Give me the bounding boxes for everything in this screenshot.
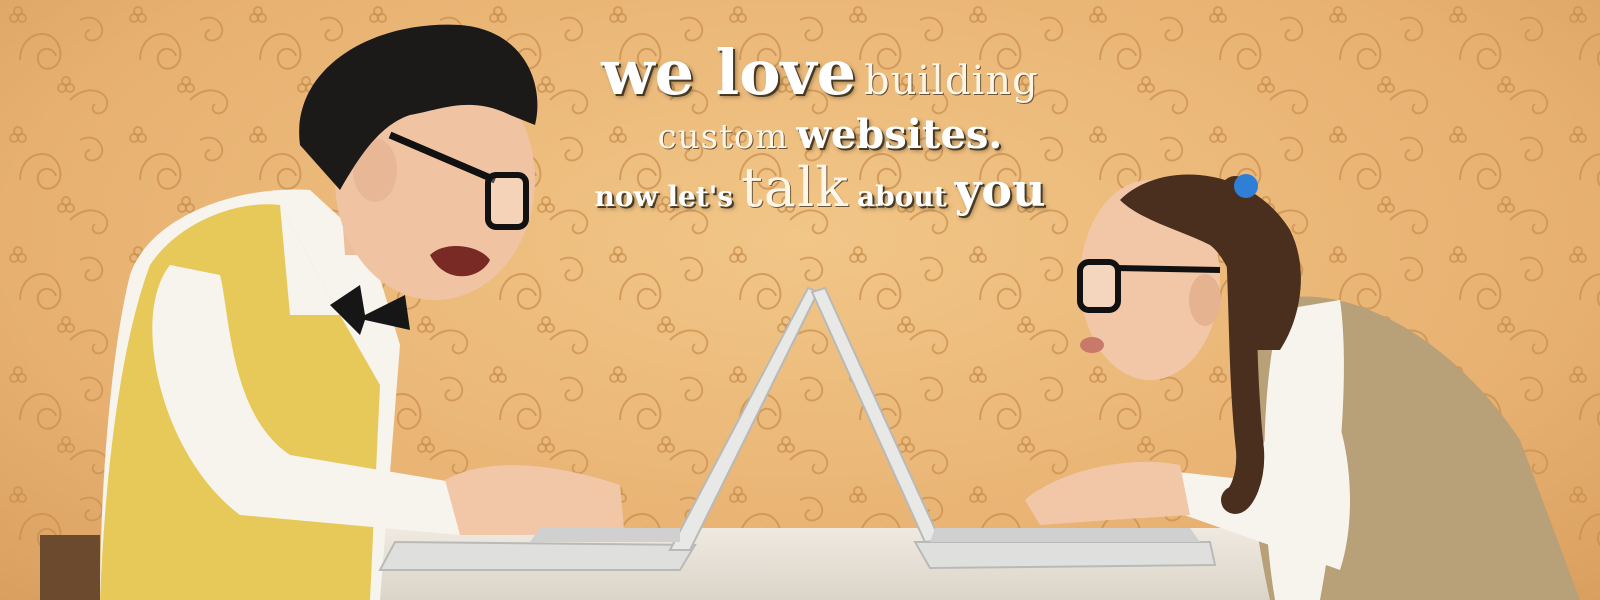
headline-line-3: now let's talk about you [560, 159, 1080, 217]
woman-illustration [1025, 174, 1580, 600]
headline-line-1: we love building [560, 40, 1080, 106]
hero-headline: we love building custom websites. now let'… [560, 40, 1080, 217]
headline-about: about [856, 179, 947, 213]
headline-we-love: we love [601, 36, 857, 109]
headline-you: you [954, 162, 1046, 217]
headline-talk: talk [741, 155, 849, 219]
hero-banner: we love building custom websites. now let'… [0, 0, 1600, 600]
headline-building: building [864, 58, 1039, 104]
headline-websites: websites. [796, 110, 1003, 158]
headline-custom: custom [657, 116, 789, 157]
headline-now-lets: now let's [594, 179, 734, 213]
headline-line-2: custom websites. [580, 112, 1080, 156]
